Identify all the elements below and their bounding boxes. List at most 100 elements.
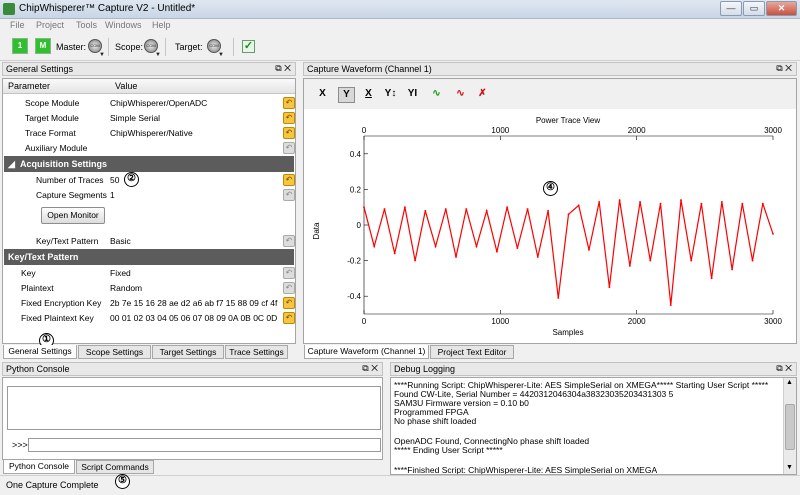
- master-connect-icon[interactable]: COM: [88, 39, 102, 53]
- log-scrollbar[interactable]: ▲ ▼: [783, 378, 796, 474]
- setting-value[interactable]: Random: [110, 283, 280, 293]
- reset-default-icon[interactable]: ↶: [283, 174, 295, 186]
- reset-default-icon[interactable]: ↶: [283, 97, 295, 109]
- capture-multi-button[interactable]: M: [35, 38, 51, 54]
- y-tick-label: 0.2: [350, 185, 362, 194]
- wave-red-icon[interactable]: ∿: [452, 87, 469, 103]
- y-tick-label: 0.4: [350, 150, 362, 159]
- tab-capture-waveform[interactable]: Capture Waveform (Channel 1): [304, 345, 429, 359]
- reset-default-icon[interactable]: ↶: [283, 267, 295, 279]
- window-titlebar: ChipWhisperer™ Capture V2 - Untitled* — …: [0, 0, 800, 19]
- reset-default-icon[interactable]: ↶: [283, 127, 295, 139]
- target-dropdown-icon[interactable]: ▼: [218, 52, 224, 58]
- setting-row-key[interactable]: Key Fixed ↶: [3, 266, 295, 281]
- reset-default-icon[interactable]: ↶: [283, 112, 295, 124]
- tab-general-settings[interactable]: General Settings: [3, 345, 77, 359]
- target-connect-icon[interactable]: COM: [207, 39, 221, 53]
- trace-point: [424, 209, 427, 212]
- y-tick-label: 0: [357, 221, 362, 230]
- tab-project-text-editor[interactable]: Project Text Editor: [430, 345, 514, 359]
- scope-connect-icon[interactable]: COM: [144, 39, 158, 53]
- capture-one-button[interactable]: 1: [12, 38, 28, 54]
- dock-float-close-icon[interactable]: ⧉ ✕: [275, 63, 291, 74]
- dock-float-close-icon[interactable]: ⧉ ✕: [362, 363, 378, 374]
- check-icon[interactable]: ✓: [242, 40, 255, 53]
- trace-point: [373, 245, 376, 248]
- setting-row-fixed-encryption-key[interactable]: Fixed Encryption Key 2b 7e 15 16 28 ae d…: [3, 296, 295, 311]
- setting-row-key-text-pattern[interactable]: Key/Text Pattern Basic ↶: [3, 234, 295, 249]
- trace-point: [608, 286, 611, 289]
- setting-value[interactable]: 2b 7e 15 16 28 ae d2 a6 ab f7 15 88 09 c…: [110, 298, 280, 308]
- dock-float-close-icon[interactable]: ⧉ ✕: [776, 363, 792, 374]
- tab-trace-settings[interactable]: Trace Settings: [225, 345, 288, 359]
- wave-green-icon[interactable]: ∿: [428, 87, 445, 103]
- callout-2: ②: [124, 172, 139, 187]
- setting-row-scope-module[interactable]: Scope Module ChipWhisperer/OpenADC ↶: [3, 96, 295, 111]
- python-console-header: Python Console ⧉ ✕: [2, 362, 383, 376]
- bottom-tick-label: 0: [362, 317, 367, 326]
- reset-default-icon[interactable]: ↶: [283, 282, 295, 294]
- trace-point: [547, 209, 549, 212]
- master-dropdown-icon[interactable]: ▼: [99, 52, 105, 58]
- setting-value[interactable]: Fixed: [110, 268, 280, 278]
- setting-value[interactable]: ChipWhisperer/OpenADC: [110, 98, 280, 108]
- trace-point: [557, 297, 560, 299]
- acquisition-settings-group[interactable]: ◢ Acquisition Settings: [4, 156, 294, 172]
- bottom-axis: 0 1000 2000 3000: [362, 310, 782, 326]
- x-zoom-button[interactable]: X: [314, 87, 331, 103]
- y-zoom-button[interactable]: Y: [338, 87, 355, 103]
- scrollbar-thumb[interactable]: [785, 404, 795, 450]
- menu-file[interactable]: File: [10, 20, 25, 30]
- trace-point: [536, 256, 539, 258]
- restore-button[interactable]: ▭: [743, 1, 765, 16]
- y-autoscale-button[interactable]: Y↕: [382, 87, 399, 103]
- collapse-arrow-icon[interactable]: ◢: [8, 159, 15, 170]
- trace-point: [414, 259, 417, 262]
- menu-project[interactable]: Project: [36, 20, 64, 30]
- scroll-up-icon[interactable]: ▲: [786, 379, 793, 386]
- setting-row-auxiliary-module[interactable]: Auxiliary Module ↶: [3, 141, 295, 156]
- y-default-button[interactable]: YI: [404, 87, 421, 103]
- setting-row-fixed-plaintext-key[interactable]: Fixed Plaintext Key 00 01 02 03 04 05 06…: [3, 311, 295, 326]
- python-prompt: >>>: [12, 440, 28, 450]
- key-text-pattern-group[interactable]: Key/Text Pattern: [4, 249, 294, 265]
- scroll-down-icon[interactable]: ▼: [786, 464, 793, 471]
- dock-float-close-icon[interactable]: ⧉ ✕: [776, 63, 792, 74]
- tab-target-settings[interactable]: Target Settings: [152, 345, 224, 359]
- reset-default-icon[interactable]: ↶: [283, 312, 295, 324]
- power-trace-chart[interactable]: Power Trace View 0 1000 2000 3000 0 1000 2000…: [309, 111, 793, 339]
- tab-scope-settings[interactable]: Scope Settings: [78, 345, 151, 359]
- setting-row-capture-segments[interactable]: Capture Segments 1 ↶: [3, 188, 295, 203]
- reset-default-icon[interactable]: ↶: [283, 142, 295, 154]
- open-monitor-button[interactable]: Open Monitor: [41, 207, 105, 224]
- reset-default-icon[interactable]: ↶: [283, 189, 295, 201]
- python-console-input[interactable]: [28, 438, 381, 452]
- setting-value[interactable]: 1: [110, 190, 280, 200]
- setting-value[interactable]: Basic: [110, 236, 280, 246]
- x-autoscale-button[interactable]: X: [360, 87, 377, 103]
- scope-dropdown-icon[interactable]: ▼: [155, 52, 161, 58]
- menu-tools[interactable]: Tools: [76, 20, 97, 30]
- setting-value[interactable]: 00 01 02 03 04 05 06 07 08 09 0A 0B 0C 0…: [110, 313, 280, 323]
- clear-traces-icon[interactable]: ✗: [474, 87, 491, 103]
- trace-point: [761, 202, 764, 205]
- left-axis: 0.4 0.2 0 -0.2 -0.4: [347, 150, 368, 301]
- setting-row-number-of-traces[interactable]: Number of Traces 50 ↶: [3, 173, 295, 188]
- menu-windows[interactable]: Windows: [105, 20, 142, 30]
- close-button[interactable]: ✕: [766, 1, 797, 16]
- setting-row-target-module[interactable]: Target Module Simple Serial ↶: [3, 111, 295, 126]
- setting-row-trace-format[interactable]: Trace Format ChipWhisperer/Native ↶: [3, 126, 295, 141]
- tab-script-commands[interactable]: Script Commands: [76, 460, 154, 474]
- reset-default-icon[interactable]: ↶: [283, 297, 295, 309]
- minimize-button[interactable]: —: [720, 1, 742, 16]
- tab-python-console[interactable]: Python Console: [3, 460, 75, 474]
- setting-param: Trace Format: [25, 128, 76, 138]
- log-line: ****Finished Script: ChipWhisperer-Lite:…: [394, 465, 658, 475]
- menu-help[interactable]: Help: [152, 20, 171, 30]
- setting-row-plaintext[interactable]: Plaintext Random ↶: [3, 281, 295, 296]
- reset-default-icon[interactable]: ↶: [283, 235, 295, 247]
- trace-point: [526, 208, 529, 210]
- setting-value[interactable]: ChipWhisperer/Native: [110, 128, 280, 138]
- trace-point: [516, 247, 519, 250]
- setting-value[interactable]: Simple Serial: [110, 113, 280, 123]
